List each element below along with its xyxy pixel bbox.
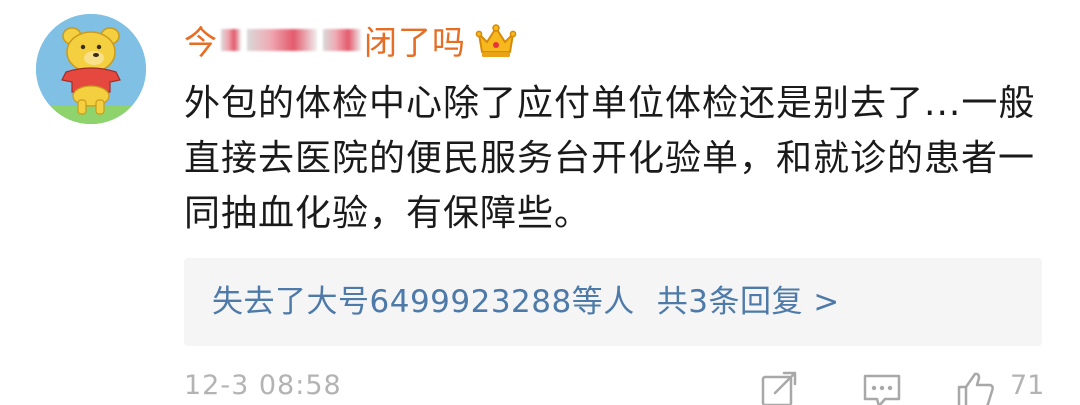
redaction-mark xyxy=(247,29,317,51)
bear-avatar-icon xyxy=(36,14,146,124)
share-icon[interactable] xyxy=(758,368,802,405)
replies-link[interactable]: 失去了大号6499923288等人 共3条回复 > xyxy=(212,258,840,346)
reply-users: 失去了大号6499923288等人 xyxy=(212,284,635,320)
timestamp: 12-3 08:58 xyxy=(184,370,342,401)
comment-text: 外包的体检中心除了应付单位体检还是别去了...一般直接去医院的便民服务台开化验单… xyxy=(184,83,1036,234)
comment-icon[interactable] xyxy=(860,368,904,405)
crown-icon xyxy=(475,24,517,57)
redaction-mark xyxy=(323,29,361,51)
username-end[interactable]: 闭了吗 xyxy=(364,16,466,64)
username-start[interactable]: 今 xyxy=(184,16,218,64)
username-row: 今 闭了吗 xyxy=(184,14,518,66)
replies-preview[interactable]: 失去了大号6499923288等人 共3条回复 > xyxy=(184,258,1042,346)
like-icon[interactable] xyxy=(954,368,998,405)
comment-item: 今 闭了吗 外包的体检中心除了应付单位体检还是别去了...一般直接去医院的便民服… xyxy=(0,0,1080,405)
avatar[interactable] xyxy=(36,14,146,124)
like-count: 71 xyxy=(1010,370,1045,401)
comment-meta: 12-3 08:58 71 xyxy=(184,362,1054,405)
reply-count: 共3条回复 > xyxy=(656,284,840,320)
redaction-mark xyxy=(221,29,241,51)
